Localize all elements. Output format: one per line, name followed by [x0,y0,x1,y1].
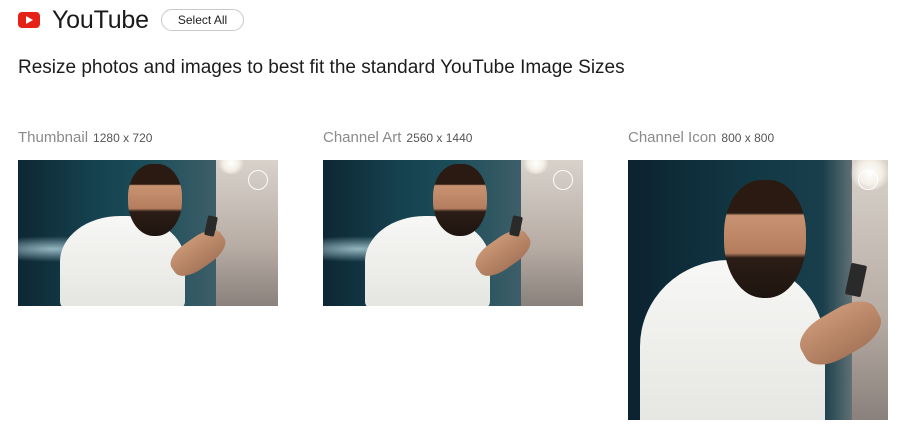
page-subtitle: Resize photos and images to best fit the… [18,57,625,78]
header: YouTube Select All [18,5,245,34]
card-name: Channel Art [323,129,402,146]
select-circle-icon[interactable] [248,170,268,190]
select-circle-icon[interactable] [553,170,573,190]
channel-art-preview-image[interactable] [323,160,583,306]
card-label: Thumbnail 1280 x 720 [18,129,278,147]
brand-title: YouTube [52,5,149,34]
size-card-channel-art: Channel Art 2560 x 1440 [323,129,583,306]
card-name: Channel Icon [628,129,717,146]
card-dimensions: 800 x 800 [721,131,775,145]
card-label: Channel Icon 800 x 800 [628,129,888,147]
card-label: Channel Art 2560 x 1440 [323,129,583,147]
size-card-channel-icon: Channel Icon 800 x 800 [628,129,888,420]
select-all-button[interactable]: Select All [160,9,245,31]
card-name: Thumbnail [18,129,89,146]
thumbnail-preview-image[interactable] [18,160,278,306]
select-circle-icon[interactable] [858,170,878,190]
card-dimensions: 2560 x 1440 [406,131,473,145]
card-dimensions: 1280 x 720 [93,131,153,145]
size-card-thumbnail: Thumbnail 1280 x 720 [18,129,278,306]
youtube-logo-icon [18,12,40,28]
channel-icon-preview-image[interactable] [628,160,888,420]
